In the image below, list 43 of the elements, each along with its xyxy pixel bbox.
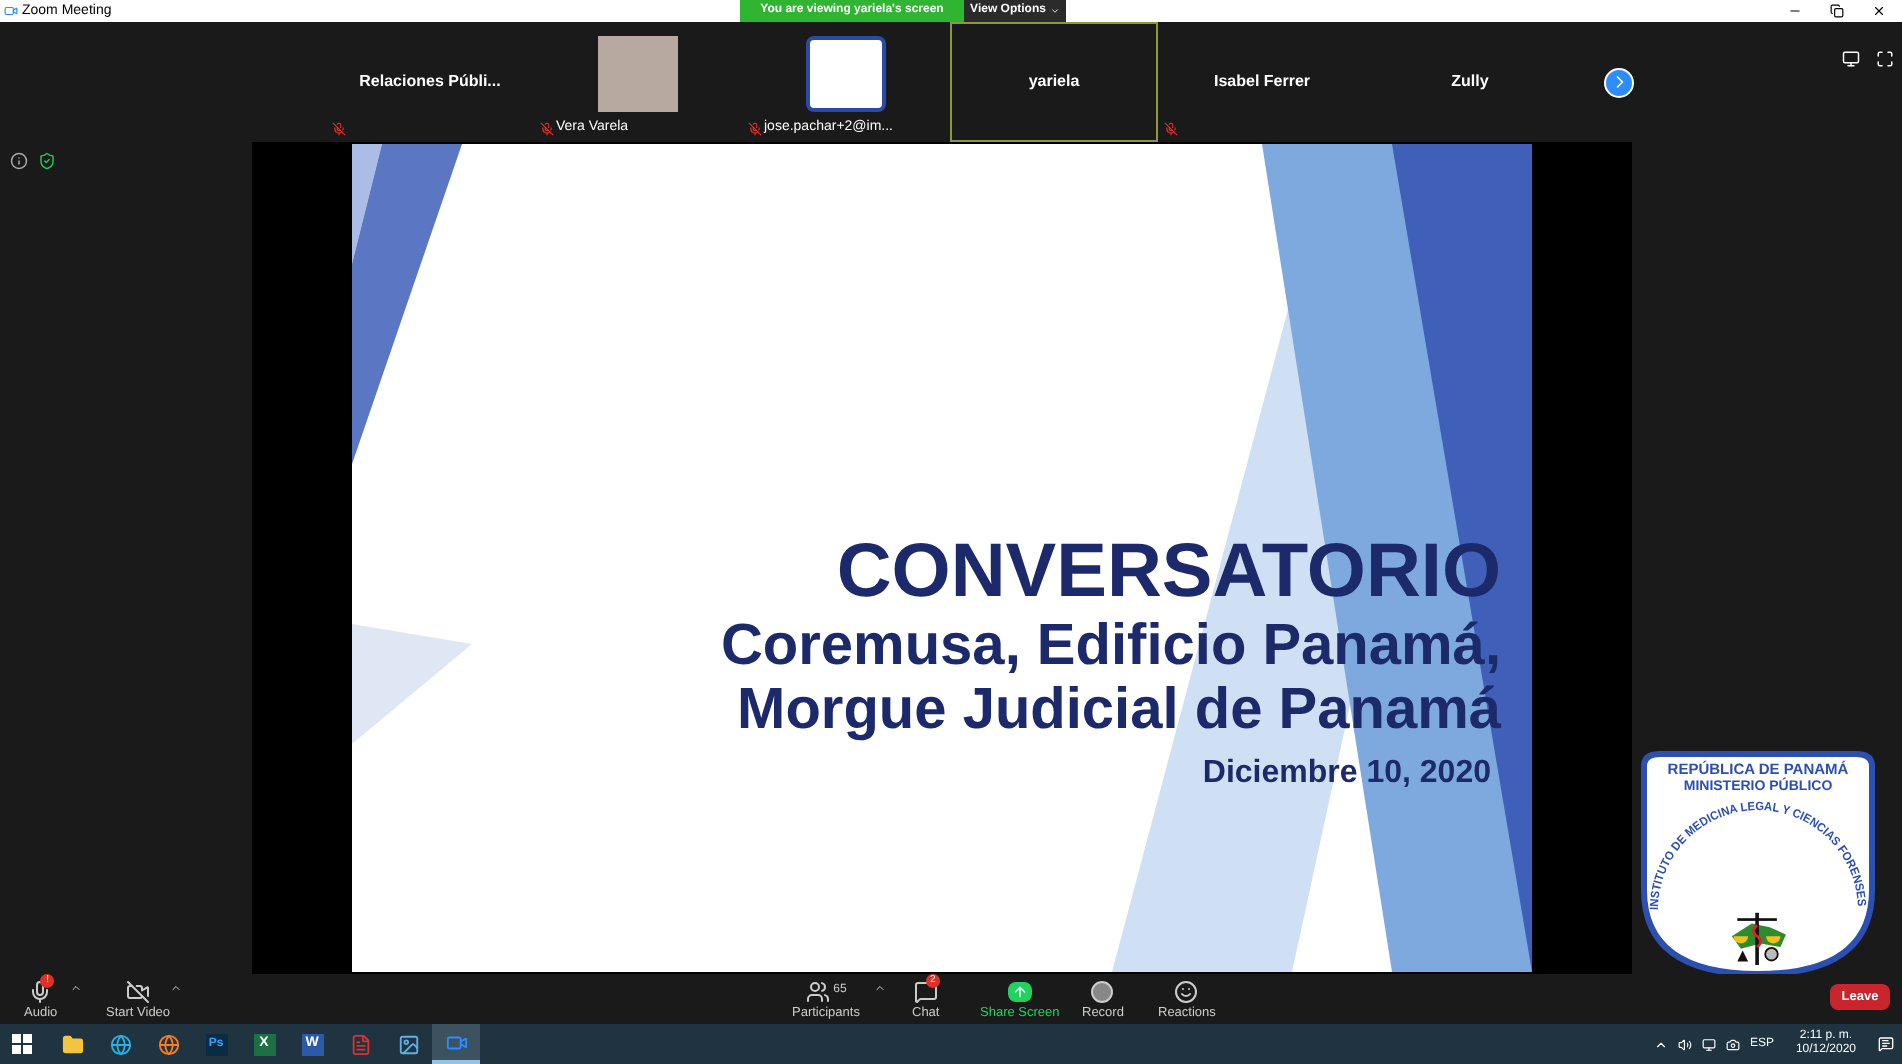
emblem-thumbnail-icon [806, 36, 886, 112]
chat-icon [913, 979, 938, 1003]
scales-map-drawing [1731, 912, 1786, 965]
photos-icon [397, 1033, 419, 1055]
participant-name: Relaciones Públi... [359, 70, 501, 94]
folder-icon [61, 1033, 83, 1055]
pdf-icon [349, 1033, 371, 1055]
fox-browser-icon [157, 1033, 179, 1055]
microphone-icon [28, 979, 53, 1003]
photo-placeholder [598, 36, 678, 112]
share-screen-icon [1007, 981, 1032, 1001]
windows-start-icon[interactable] [12, 1034, 32, 1054]
caret-icon[interactable] [70, 982, 82, 994]
shield-icon[interactable] [38, 152, 56, 170]
participant-name: yariela [1028, 70, 1080, 94]
participant-name: Isabel Ferrer [1213, 70, 1311, 94]
minimize-icon[interactable] [1788, 4, 1802, 18]
participant-name: Zully [1451, 70, 1489, 94]
camera-icon[interactable] [1725, 1037, 1740, 1051]
caret-icon[interactable] [874, 982, 886, 994]
network-icon[interactable] [1701, 1037, 1716, 1051]
info-icon[interactable] [10, 152, 28, 170]
participants-icon [805, 979, 830, 1003]
next-page-button[interactable] [1604, 67, 1634, 97]
record-icon [1090, 979, 1115, 1003]
fullscreen-icon[interactable] [1876, 50, 1894, 68]
slide-date: Diciembre 10, 2020 [1202, 754, 1491, 794]
caret-icon[interactable] [170, 982, 182, 994]
slide-triangle [351, 624, 471, 744]
taskbar-app[interactable] [432, 1024, 480, 1064]
video-off-icon [126, 979, 151, 1003]
restore-icon[interactable] [1830, 4, 1844, 18]
reactions-icon [1174, 979, 1199, 1003]
browser-icon [109, 1033, 131, 1055]
volume-icon[interactable] [1677, 1037, 1692, 1051]
video-camera-icon [445, 1031, 467, 1053]
participant-tile[interactable]: yariela [950, 22, 1158, 142]
caret-icon [1049, 6, 1060, 16]
view-layout-icon[interactable] [1842, 50, 1860, 68]
notifications-icon[interactable] [1878, 1036, 1894, 1052]
close-icon[interactable] [1872, 4, 1886, 18]
app-icon [4, 4, 18, 18]
tray-caret-icon[interactable] [1653, 1037, 1668, 1051]
